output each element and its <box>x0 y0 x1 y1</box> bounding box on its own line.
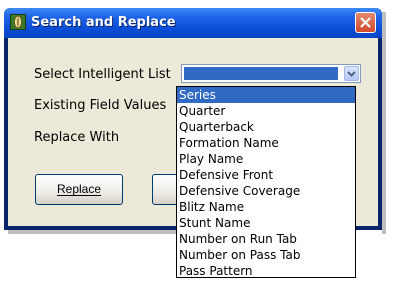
list-item[interactable]: Stunt Name <box>177 215 355 231</box>
list-item[interactable]: Series <box>177 87 355 103</box>
list-item[interactable]: Play Name <box>177 151 355 167</box>
list-item[interactable]: Number on Run Tab <box>177 231 355 247</box>
window-shadow-bottom <box>8 230 176 234</box>
list-item[interactable]: Quarterback <box>177 119 355 135</box>
list-item[interactable]: Quarter <box>177 103 355 119</box>
select-value <box>184 67 338 80</box>
list-item[interactable]: Blitz Name <box>177 199 355 215</box>
dropdown-button[interactable] <box>344 66 359 81</box>
existing-values-label: Existing Field Values <box>34 98 167 113</box>
intelligent-list-dropdown: Series Quarter Quarterback Formation Nam… <box>176 86 356 278</box>
title-bar[interactable]: Search and Replace <box>4 8 382 38</box>
close-icon <box>360 17 371 28</box>
list-item[interactable]: Number on Pass Tab <box>177 247 355 263</box>
intelligent-list-select[interactable] <box>181 64 361 83</box>
list-item[interactable]: Defensive Front <box>177 167 355 183</box>
replace-button-label: Replace <box>56 182 102 196</box>
list-item[interactable]: Pass Pattern <box>177 263 355 277</box>
close-button[interactable] <box>355 12 376 33</box>
replace-with-label: Replace With <box>34 130 120 145</box>
list-item[interactable]: Defensive Coverage <box>177 183 355 199</box>
football-icon <box>10 14 26 30</box>
select-list-label: Select Intelligent List <box>34 67 171 82</box>
window-title: Search and Replace <box>31 15 176 30</box>
replace-button[interactable]: Replace <box>35 174 123 205</box>
window-shadow-right <box>382 12 386 234</box>
chevron-down-icon <box>347 71 356 77</box>
list-item[interactable]: Formation Name <box>177 135 355 151</box>
